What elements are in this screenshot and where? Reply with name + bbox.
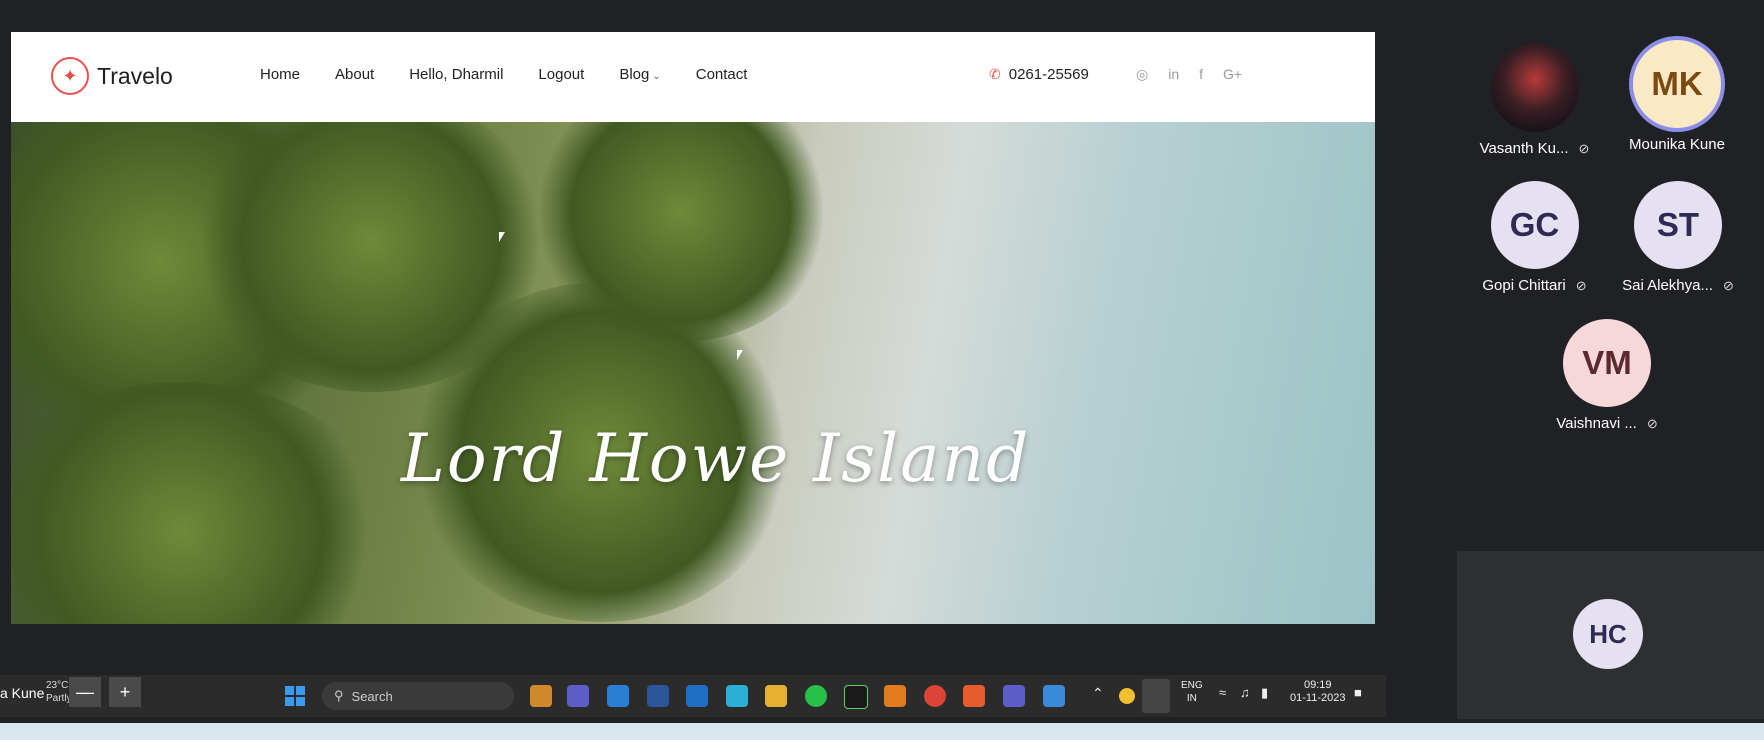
sublime-icon[interactable]: [884, 685, 906, 707]
nav-blog-label: Blog: [619, 66, 650, 83]
language-top: ENG: [1181, 680, 1203, 691]
avatar-photo: [1490, 44, 1579, 132]
compass-icon: ✦: [51, 57, 89, 95]
participant-name: Vasanth Ku...: [1479, 140, 1569, 157]
google-plus-icon[interactable]: G+: [1223, 66, 1242, 83]
chevron-down-icon: ⌄: [652, 71, 661, 82]
avatar-initials: VM: [1582, 344, 1632, 381]
avatar: MK: [1633, 40, 1721, 128]
social-links: ◎ in f G+: [1136, 66, 1242, 83]
avatar: HC: [1573, 599, 1643, 669]
brand-logo[interactable]: ✦ Travelo: [51, 57, 173, 95]
mic-muted-icon: ⊘: [1646, 416, 1658, 431]
main-nav: Home About Hello, Dharmil Logout Blog ⌄ C…: [260, 66, 747, 83]
notification-bell-icon[interactable]: ■: [1354, 686, 1362, 699]
nav-about[interactable]: About: [335, 66, 374, 83]
onedrive-icon[interactable]: [1119, 688, 1135, 704]
teams-icon[interactable]: [1003, 685, 1025, 707]
chevron-up-icon[interactable]: ⌃: [1092, 686, 1104, 700]
site-header: ✦ Travelo Home About Hello, Dharmil Logo…: [11, 32, 1375, 122]
avatar-initials: GC: [1509, 206, 1560, 243]
avatar-initials: MK: [1651, 65, 1703, 102]
avatar: ST: [1634, 181, 1722, 269]
widgets-app-icon[interactable]: [530, 685, 552, 707]
microphone-icon[interactable]: [1142, 679, 1170, 713]
shared-screen: ✦ Travelo Home About Hello, Dharmil Logo…: [11, 32, 1375, 624]
self-view-tile[interactable]: HC: [1457, 551, 1764, 719]
clock-time: 09:19: [1303, 679, 1332, 691]
participant-tile[interactable]: GC Gopi Chittari ⊘: [1472, 181, 1597, 294]
nav-home[interactable]: Home: [260, 66, 300, 83]
phone-number: 0261-25569: [1008, 66, 1089, 83]
presenter-name-fragment: a Kune: [0, 685, 45, 701]
phone-icon: ✆: [989, 66, 1001, 82]
windows-start-icon[interactable]: [285, 686, 305, 706]
vscode-icon[interactable]: [1043, 685, 1065, 707]
avatar: GC: [1490, 181, 1579, 269]
nav-logout[interactable]: Logout: [538, 66, 584, 83]
host-taskbar-strip: [0, 723, 1764, 740]
mouse-cursor-icon: [499, 232, 505, 242]
participant-name: Vaishnavi ...: [1556, 415, 1637, 432]
participant-name: Sai Alekhya...: [1622, 277, 1713, 294]
hero-banner: Lord Howe Island: [11, 122, 1375, 624]
participants-panel: Vasanth Ku... ⊘ MK Mounika Kune GC Gopi C…: [1457, 0, 1764, 740]
search-icon: ⚲: [334, 688, 344, 703]
nav-contact[interactable]: Contact: [696, 66, 748, 83]
volume-icon[interactable]: ♫: [1240, 686, 1250, 699]
avatar: VM: [1563, 319, 1651, 407]
chrome-icon[interactable]: [924, 685, 946, 707]
xampp-icon[interactable]: [963, 685, 985, 707]
avatar-initials: HC: [1589, 618, 1627, 649]
clock[interactable]: 09:19 01-11-2023: [1290, 679, 1345, 705]
wifi-icon[interactable]: ≈: [1219, 686, 1226, 699]
phone-contact[interactable]: ✆ 0261-25569: [989, 66, 1089, 83]
clock-date: 01-11-2023: [1290, 692, 1346, 704]
shared-taskbar: a Kune 23°C Partly sunny — + ⚲ Search ⌃ …: [0, 675, 1386, 717]
avatar-initials: ST: [1656, 206, 1700, 243]
participant-tile[interactable]: VM Vaishnavi ... ⊘: [1537, 319, 1677, 432]
facebook-icon[interactable]: f: [1199, 66, 1203, 83]
zoom-in-button[interactable]: +: [109, 677, 141, 707]
instagram-icon[interactable]: ◎: [1136, 66, 1148, 83]
language-bottom: IN: [1186, 693, 1197, 704]
mic-muted-icon: ⊘: [1578, 141, 1590, 156]
mail-icon[interactable]: [686, 685, 708, 707]
participant-tile[interactable]: ST Sai Alekhya... ⊘: [1609, 181, 1747, 294]
zoom-out-button[interactable]: —: [69, 677, 101, 707]
word-icon[interactable]: [647, 685, 669, 707]
taskbar-search[interactable]: ⚲ Search: [322, 682, 514, 710]
battery-icon[interactable]: ▮: [1261, 686, 1268, 699]
participant-name: Gopi Chittari: [1482, 277, 1566, 294]
participant-tile[interactable]: Vasanth Ku... ⊘: [1472, 44, 1597, 157]
mic-muted-icon: ⊘: [1575, 278, 1587, 293]
edge-icon[interactable]: [726, 685, 748, 707]
whatsapp-icon[interactable]: [805, 685, 827, 707]
linkedin-icon[interactable]: in: [1168, 66, 1179, 83]
participant-name: Mounika Kune: [1629, 136, 1725, 153]
mic-muted-icon: ⊘: [1722, 278, 1734, 293]
language-indicator[interactable]: ENG IN: [1181, 679, 1203, 705]
participant-tile[interactable]: MK Mounika Kune: [1607, 40, 1747, 153]
palm-foliage: [11, 382, 391, 624]
nav-user-greeting[interactable]: Hello, Dharmil: [409, 66, 503, 83]
hero-title: Lord Howe Island: [401, 420, 1031, 497]
nav-blog[interactable]: Blog ⌄: [619, 66, 660, 83]
search-label: Search: [351, 688, 393, 704]
mouse-cursor-icon: [737, 350, 743, 360]
file-explorer-icon[interactable]: [765, 685, 787, 707]
store-icon[interactable]: [607, 685, 629, 707]
pycharm-icon[interactable]: [844, 685, 868, 709]
teams-chat-icon[interactable]: [567, 685, 589, 707]
brand-name: Travelo: [97, 62, 173, 89]
